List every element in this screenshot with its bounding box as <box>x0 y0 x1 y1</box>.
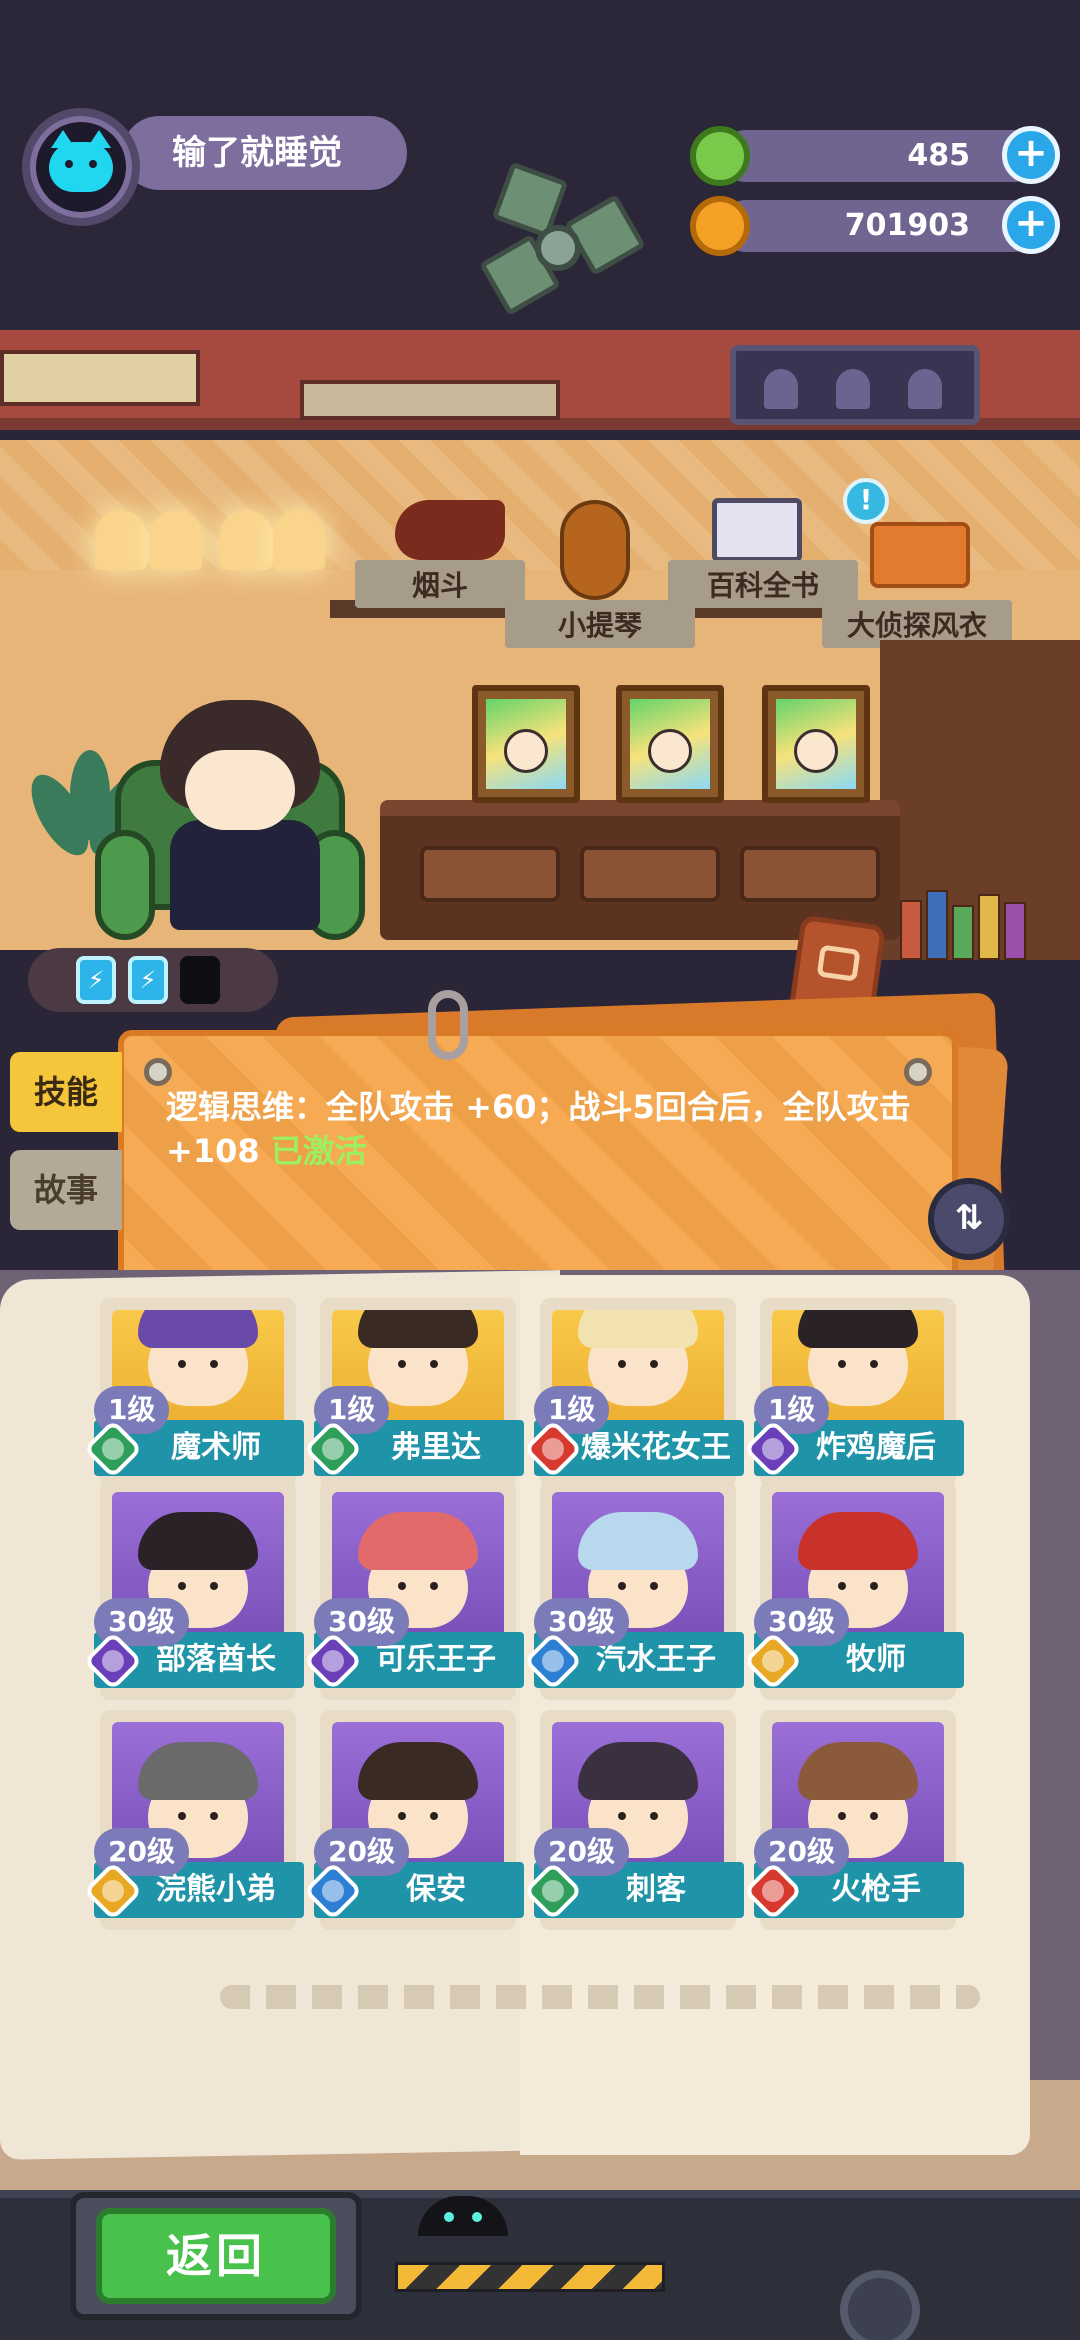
skill-description: 逻辑思维：全队攻击 +60；战斗5回合后，全队攻击 +108 已激活 <box>166 1085 936 1173</box>
ceiling-fan <box>479 161 646 330</box>
player-profile[interactable]: 输了就睡觉 <box>22 100 407 230</box>
gold-coin-amount: 701903 <box>720 200 1040 252</box>
swap-button[interactable]: ⇅ <box>928 1178 1010 1260</box>
back-button[interactable]: 返回 <box>96 2208 336 2304</box>
ghost-icon <box>908 369 942 409</box>
character-card[interactable]: 20级 保安 <box>303 1710 524 1930</box>
violin-label: 小提琴 <box>505 600 695 648</box>
character-card[interactable]: 1级 炸鸡魔后 <box>743 1298 964 1488</box>
player-avatar[interactable] <box>22 108 140 226</box>
photo-frame[interactable] <box>762 685 870 803</box>
pipe-item[interactable] <box>395 500 505 560</box>
pin-icon <box>904 1058 932 1086</box>
ghost-icon <box>764 369 798 409</box>
bookcase <box>880 640 1080 960</box>
page-scribble <box>220 1985 980 2009</box>
character-card[interactable]: 30级 部落酋长 <box>83 1480 304 1700</box>
chandelier <box>95 470 325 620</box>
currency-gold-coin: 701903 + <box>690 196 1060 256</box>
detective-character[interactable] <box>150 700 330 930</box>
tab-story[interactable]: 故事 <box>10 1150 122 1230</box>
character-card[interactable]: 30级 汽水王子 <box>523 1480 744 1700</box>
character-card[interactable]: 20级 刺客 <box>523 1710 744 1930</box>
planet-coin-icon <box>690 196 750 256</box>
energy-indicator: ⚡ ⚡ <box>28 948 278 1012</box>
energy-bolt-icon: ⚡ <box>128 956 168 1004</box>
character-card[interactable]: 1级 爆米花女王 <box>523 1298 744 1488</box>
green-coin-icon <box>690 126 750 186</box>
character-card[interactable]: 30级 牧师 <box>743 1480 964 1700</box>
encyclopedia-item[interactable] <box>712 498 802 562</box>
ghost-display-panel <box>730 345 980 425</box>
chat-icon <box>816 944 861 982</box>
pipe-label: 烟斗 <box>355 560 525 608</box>
player-name: 输了就睡觉 <box>122 116 407 190</box>
energy-bolt-icon: ⚡ <box>76 956 116 1004</box>
photo-frame[interactable] <box>472 685 580 803</box>
photo-frame[interactable] <box>616 685 724 803</box>
character-card[interactable]: 20级 火枪手 <box>743 1710 964 1930</box>
skill-status: 已激活 <box>270 1132 367 1170</box>
machine-knob <box>840 2270 920 2340</box>
character-card[interactable]: 30级 可乐王子 <box>303 1480 524 1700</box>
green-gem-amount: 485 <box>720 130 1040 182</box>
pin-icon <box>144 1058 172 1086</box>
tab-skill[interactable]: 技能 <box>10 1052 122 1132</box>
currency-green-gem: 485 + <box>690 126 1060 186</box>
character-card[interactable]: 20级 浣熊小弟 <box>83 1710 304 1930</box>
hazard-stripe <box>395 2262 665 2292</box>
cat-icon <box>49 130 113 192</box>
add-green-gem-button[interactable]: + <box>1002 126 1060 184</box>
add-gold-coin-button[interactable]: + <box>1002 196 1060 254</box>
energy-empty-slot <box>180 956 220 1004</box>
paperclip-icon <box>428 990 468 1060</box>
character-card[interactable]: 1级 魔术师 <box>83 1298 304 1488</box>
character-card[interactable]: 1级 弗里达 <box>303 1298 524 1488</box>
alert-icon[interactable]: ! <box>843 478 889 524</box>
ghost-icon <box>836 369 870 409</box>
